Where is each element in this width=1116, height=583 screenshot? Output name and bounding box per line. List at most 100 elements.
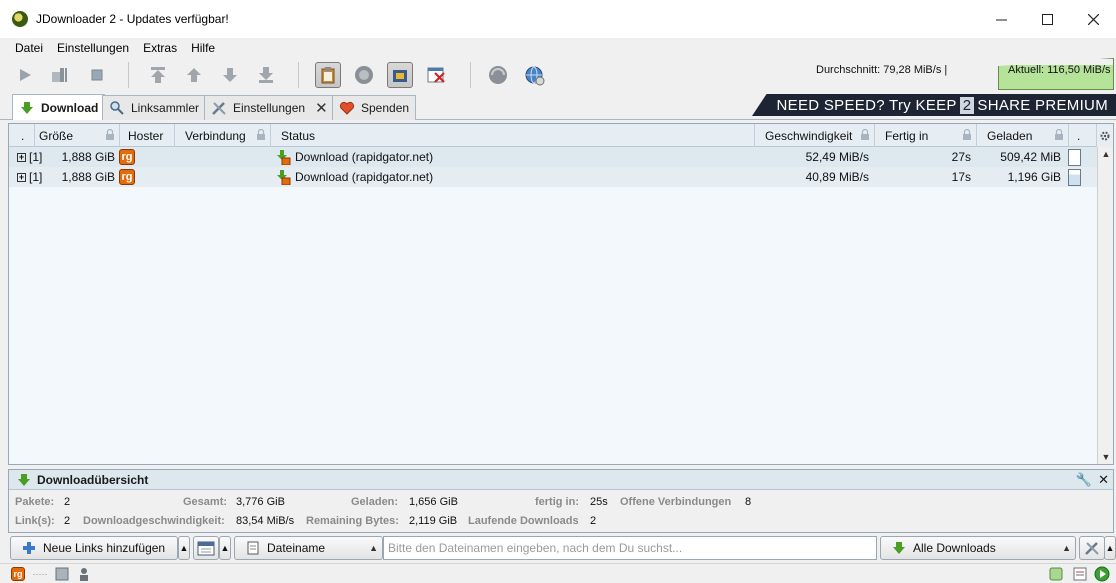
row-eta: 17s xyxy=(951,170,971,184)
column-header-progress[interactable]: . xyxy=(1069,124,1097,147)
close-overview-icon[interactable]: ✕ xyxy=(1098,472,1109,488)
row-loaded: 1,196 GiB xyxy=(1007,170,1061,184)
packages-label: Pakete: xyxy=(15,496,55,508)
loaded-value: 1,656 GiB xyxy=(409,496,458,508)
column-header-eta[interactable]: Fertig in xyxy=(875,124,977,147)
column-header-loaded[interactable]: Geladen xyxy=(977,124,1069,147)
search-input[interactable] xyxy=(383,536,877,560)
tab-einstellungen-label: Einstellungen xyxy=(233,101,306,115)
column-header-connection[interactable]: Verbindung xyxy=(175,124,271,147)
tab-spenden[interactable]: Spenden xyxy=(332,95,417,120)
lock-icon xyxy=(1055,129,1063,140)
column-settings-button[interactable] xyxy=(1097,124,1113,147)
column-header-hoster[interactable]: Hoster xyxy=(120,124,175,147)
tools-icon xyxy=(211,100,227,116)
row-size: 1,888 GiB xyxy=(61,150,115,164)
move-to-bottom-button[interactable] xyxy=(253,62,279,88)
scroll-up-icon[interactable]: ▲ xyxy=(1098,147,1114,161)
start-downloads-button[interactable] xyxy=(12,62,38,88)
ad-text-suffix: SHARE PREMIUM xyxy=(977,96,1108,114)
tab-download[interactable]: Download xyxy=(12,94,106,120)
premium-lock-icon xyxy=(393,70,407,82)
premium-toggle[interactable] xyxy=(387,62,413,88)
table-row[interactable]: + [1] 1,888 GiB rg Download (rapidgator.… xyxy=(9,147,1097,167)
column-header-speed[interactable]: Geschwindigkeit xyxy=(755,124,875,147)
expand-toggle[interactable]: + xyxy=(17,167,26,187)
move-down-button[interactable] xyxy=(217,62,243,88)
table-row[interactable]: + [1] 1,888 GiB rg Download (rapidgator.… xyxy=(9,167,1097,187)
rapidgator-status-icon[interactable]: rg xyxy=(10,566,26,582)
calendar-dropdown[interactable]: ▲ xyxy=(219,536,231,560)
reconnect-button[interactable] xyxy=(485,62,511,88)
rapidgator-icon: rg xyxy=(119,169,135,185)
close-tab-icon[interactable]: ✕ xyxy=(315,99,328,117)
tab-linksammler[interactable]: Linksammler xyxy=(102,95,207,120)
minimize-button[interactable] xyxy=(978,0,1024,38)
menu-datei[interactable]: Datei xyxy=(8,41,50,55)
calendar-button[interactable] xyxy=(193,536,219,560)
expand-plus-icon: + xyxy=(17,171,26,182)
column-size-label: Größe xyxy=(39,128,74,143)
auto-reconnect-toggle[interactable] xyxy=(351,62,377,88)
quick-settings-dropdown[interactable]: ▲ xyxy=(1104,536,1116,560)
hoster-cell: rg xyxy=(119,167,135,187)
download-filter-select[interactable]: Alle Downloads ▲ xyxy=(880,536,1076,560)
calendar-icon xyxy=(197,541,215,556)
refresh-status-icon[interactable] xyxy=(1048,566,1064,582)
keep2share-ad-banner[interactable]: NEED SPEED? Try KEEP 2 SHARE PREMIUM xyxy=(752,94,1116,116)
menu-hilfe[interactable]: Hilfe xyxy=(184,41,222,55)
stop-icon xyxy=(91,69,103,81)
user-icon[interactable] xyxy=(76,566,92,582)
rapidgator-icon: rg xyxy=(119,149,135,165)
toolbar-separator xyxy=(298,62,299,88)
wrench-icon[interactable]: 🔧 xyxy=(1076,472,1092,488)
maximize-button[interactable] xyxy=(1024,0,1070,38)
remaining-bytes-label: Remaining Bytes: xyxy=(306,515,399,527)
captcha-icon[interactable] xyxy=(54,566,70,582)
vertical-scrollbar[interactable]: ▲ ▼ xyxy=(1097,147,1113,464)
update-button[interactable] xyxy=(521,62,547,88)
silent-mode-toggle[interactable] xyxy=(423,62,449,88)
column-dot2-label: . xyxy=(1077,128,1081,143)
pause-downloads-button[interactable] xyxy=(46,62,72,88)
column-hoster-label: Hoster xyxy=(128,128,164,143)
add-links-button[interactable]: Neue Links hinzufügen xyxy=(10,536,178,560)
column-connection-label: Verbindung xyxy=(185,128,246,143)
toolbar: Durchschnitt: 79,28 MiB/s | Aktuell: 116… xyxy=(0,58,1116,92)
lock-icon xyxy=(106,129,114,140)
links-label: Link(s): xyxy=(15,515,55,527)
tab-download-label: Download xyxy=(41,100,99,115)
menu-extras[interactable]: Extras xyxy=(136,41,184,55)
move-to-top-button[interactable] xyxy=(145,62,171,88)
download-speed-value: 83,54 MiB/s xyxy=(236,515,295,527)
close-button[interactable] xyxy=(1070,0,1116,38)
running-downloads-value: 2 xyxy=(590,515,597,527)
column-header-status[interactable]: Status xyxy=(271,124,755,147)
move-up-button[interactable] xyxy=(181,62,207,88)
links-value: 2 xyxy=(64,515,71,527)
window-controls xyxy=(978,0,1116,38)
quick-settings-button[interactable] xyxy=(1079,536,1105,560)
row-loaded: 509,42 MiB xyxy=(1000,150,1061,164)
overview-header: Downloadübersicht xyxy=(9,470,1113,490)
expand-toggle[interactable]: + xyxy=(17,147,26,167)
toolbar-separator xyxy=(128,62,129,88)
tab-einstellungen[interactable]: Einstellungen ✕ xyxy=(204,95,335,120)
add-links-dropdown[interactable]: ▲ xyxy=(178,536,190,560)
row-progress xyxy=(1068,147,1081,167)
column-header-size[interactable]: Größe xyxy=(35,124,120,147)
progress-bar xyxy=(1068,148,1081,166)
filename-select[interactable]: Dateiname ▲ xyxy=(234,536,383,560)
menu-einstellungen[interactable]: Einstellungen xyxy=(50,41,136,55)
next-arrow-icon[interactable] xyxy=(1094,566,1110,582)
clipboard-monitor-toggle[interactable] xyxy=(315,62,341,88)
column-eta-label: Fertig in xyxy=(885,128,929,143)
magnifier-icon xyxy=(109,100,125,116)
column-header-expand[interactable]: . xyxy=(9,124,35,147)
table-header: . Größe Hoster Verbindung Status Geschwi… xyxy=(9,124,1097,147)
list-status-icon[interactable] xyxy=(1072,566,1088,582)
stop-downloads-button[interactable] xyxy=(84,62,110,88)
tools-icon xyxy=(1085,542,1099,555)
scroll-down-icon[interactable]: ▼ xyxy=(1098,450,1114,464)
clipboard-icon xyxy=(321,67,335,84)
